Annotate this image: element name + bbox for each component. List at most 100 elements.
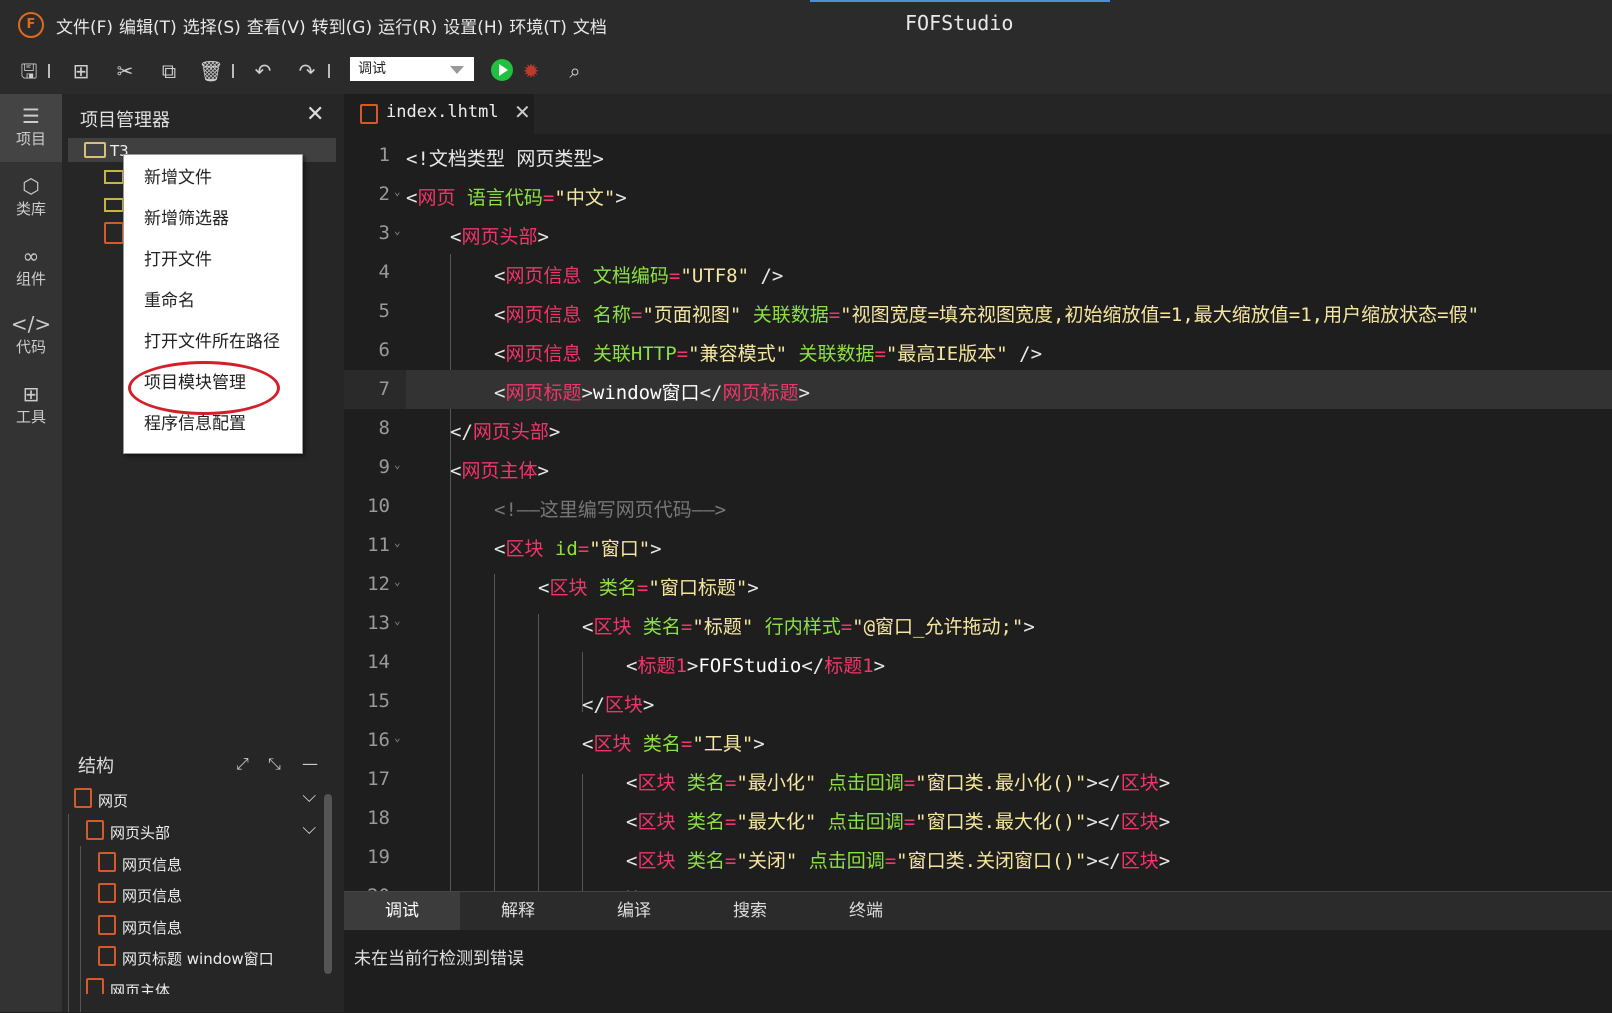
activity-project[interactable]: ☰ 项目 [0, 94, 62, 162]
toolbar-separator [232, 64, 234, 78]
cut-icon[interactable]: ✂ [112, 60, 138, 82]
activity-label: 工具 [15, 408, 46, 426]
code-text: <标题1>FOFStudio</标题1> [626, 655, 886, 677]
code-line[interactable]: 17 <区块 类名="最小化" 点击回调="窗口类.最小化()"></区块> [344, 760, 1612, 799]
structure-item-label: 网页信息 [122, 856, 183, 874]
structure-item[interactable]: 网页标题 window窗口 [62, 942, 324, 972]
expand-icon[interactable]: ⤢ [236, 754, 249, 774]
menu-item-open-path[interactable]: 打开文件所在路径 [144, 327, 280, 352]
code-line[interactable]: 10 <!——这里编写网页代码——> [344, 487, 1612, 526]
code-text: <网页信息 名称="页面视图" 关联数据="视图宽度=填充视图宽度,初始缩放值=… [494, 304, 1480, 326]
line-number: 11 [367, 534, 390, 556]
code-line[interactable]: 19 <区块 类名="关闭" 点击回调="窗口类.关闭窗口()"></区块> [344, 838, 1612, 877]
code-line[interactable]: 16 ⌄ <区块 类名="工具"> [344, 721, 1612, 760]
code-line[interactable]: 13 ⌄ <区块 类名="标题" 行内样式="@窗口_允许拖动;"> [344, 604, 1612, 643]
folder-icon[interactable] [104, 170, 124, 184]
code-line[interactable]: 11 ⌄ <区块 id="窗口"> [344, 526, 1612, 565]
fold-icon[interactable]: ⌄ [394, 458, 401, 471]
menu-item-open-file[interactable]: 打开文件 [144, 245, 212, 270]
menu-environment[interactable]: 环境(T) [509, 13, 567, 38]
menu-edit[interactable]: 编辑(T) [119, 13, 177, 38]
file-icon[interactable] [104, 222, 124, 244]
structure-item[interactable]: 网页主体 [62, 974, 324, 994]
menu-select[interactable]: 选择(S) [183, 13, 241, 38]
menu-view[interactable]: 查看(V) [247, 13, 306, 38]
code-line[interactable]: 12 ⌄ <区块 类名="窗口标题"> [344, 565, 1612, 604]
structure-item[interactable]: 网页信息 [62, 848, 324, 878]
save-icon[interactable]: 🖫 [16, 60, 42, 82]
code-line[interactable]: 2 ⌄ <网页 语言代码="中文"> [344, 175, 1612, 214]
code-line[interactable]: 15 </区块> [344, 682, 1612, 721]
fold-icon[interactable]: ⌄ [394, 185, 401, 198]
code-line[interactable]: 20</区块> [344, 877, 1612, 891]
folder-icon[interactable] [104, 198, 124, 212]
menu-goto[interactable]: 转到(G) [312, 13, 372, 38]
undo-icon[interactable]: ↶ [250, 60, 276, 82]
code-line[interactable]: 8 </网页头部> [344, 409, 1612, 448]
menu-item-rename[interactable]: 重命名 [144, 286, 195, 311]
tab-compile[interactable]: 编译 [576, 892, 692, 930]
collapse-icon[interactable]: ⤡ [268, 754, 281, 774]
code-line[interactable]: 3 ⌄ <网页头部> [344, 214, 1612, 253]
debug-status-message: 未在当前行检测到错误 [354, 949, 524, 969]
code-line[interactable]: 6 <网页信息 关联HTTP="兼容模式" 关联数据="最高IE版本" /> [344, 331, 1612, 370]
structure-item[interactable]: 网页信息 [62, 879, 324, 909]
chevron-down-icon[interactable]: ⌵ [302, 818, 316, 839]
code-text: <区块 类名="工具"> [582, 733, 765, 755]
menu-file[interactable]: 文件(F) [56, 13, 113, 38]
code-line[interactable]: 4 <网页信息 文档编码="UTF8" /> [344, 253, 1612, 292]
code-line[interactable]: 9 ⌄ <网页主体> [344, 448, 1612, 487]
fold-icon[interactable]: ⌄ [394, 614, 401, 627]
structure-item[interactable]: 网页信息 [62, 911, 324, 941]
line-number: 16 [367, 729, 390, 751]
menu-run[interactable]: 运行(R) [378, 13, 437, 38]
chevron-down-icon[interactable]: ⌵ [302, 786, 316, 807]
code-line[interactable]: 14 <标题1>FOFStudio</标题1> [344, 643, 1612, 682]
structure-item[interactable]: 网页 ⌵ [62, 784, 324, 814]
toolbar: 🖫 ⊞ ✂ ⧉ 🗑 ↶ ↷ 调试 ✹ ⌕ [0, 46, 1612, 95]
new-file-icon[interactable]: ⊞ [68, 60, 94, 82]
line-number: 15 [367, 690, 390, 712]
activity-library[interactable]: ⬡ 类库 [0, 164, 62, 232]
structure-item[interactable]: 网页头部 ⌵ [62, 816, 324, 846]
structure-item-label: 网页头部 [110, 824, 171, 842]
context-menu: 新增文件 新增筛选器 打开文件 重命名 打开文件所在路径 项目模块管理 程序信息… [123, 154, 303, 454]
mode-select[interactable]: 调试 [350, 57, 474, 81]
fold-icon[interactable]: ⌄ [394, 731, 401, 744]
menu-item-new-filter[interactable]: 新增筛选器 [144, 204, 229, 229]
activity-code[interactable]: </> 代码 [0, 302, 62, 370]
file-icon [98, 883, 116, 903]
tab-debug[interactable]: 调试 [344, 892, 460, 930]
redo-icon[interactable]: ↷ [294, 60, 320, 82]
fold-icon[interactable]: ⌄ [394, 536, 401, 549]
copy-icon[interactable]: ⧉ [156, 60, 182, 82]
menu-docs[interactable]: 文档 [573, 13, 607, 38]
menu-settings[interactable]: 设置(H) [443, 13, 503, 38]
menu-item-new-file[interactable]: 新增文件 [144, 163, 212, 188]
fold-icon[interactable]: ⌄ [394, 224, 401, 237]
minimize-icon[interactable]: — [302, 754, 318, 773]
activity-tools[interactable]: ⊞ 工具 [0, 372, 62, 440]
file-icon [86, 820, 104, 840]
tab-terminal[interactable]: 终端 [808, 892, 924, 930]
code-line[interactable]: 18 <区块 类名="最大化" 点击回调="窗口类.最大化()"></区块> [344, 799, 1612, 838]
fold-icon[interactable]: ⌄ [394, 575, 401, 588]
bottom-panel: 调试 解释 编译 搜索 终端 未在当前行检测到错误 [344, 891, 1612, 1013]
line-number: 4 [378, 261, 390, 283]
close-icon[interactable]: ✕ [514, 100, 531, 124]
code-line[interactable]: 5 <网页信息 名称="页面视图" 关联数据="视图宽度=填充视图宽度,初始缩放值… [344, 292, 1612, 331]
debug-bug-icon[interactable]: ✹ [518, 60, 544, 82]
delete-icon[interactable]: 🗑 [198, 60, 224, 82]
line-number: 19 [367, 846, 390, 868]
activity-components[interactable]: ∞ 组件 [0, 234, 62, 302]
run-icon[interactable] [491, 59, 513, 81]
inspect-icon[interactable]: ⌕ [562, 60, 588, 82]
code-line[interactable]: 1 <!文档类型 网页类型> [344, 136, 1612, 175]
tab-index-lhtml[interactable]: index.lhtml ✕ [344, 94, 534, 134]
activity-bar: ☰ 项目 ⬡ 类库 ∞ 组件 </> 代码 ⊞ 工具 [0, 94, 62, 1012]
code-line-current[interactable]: 7 <网页标题>window窗口</网页标题> [344, 370, 1612, 409]
tab-search[interactable]: 搜索 [692, 892, 808, 930]
close-icon[interactable]: ✕ [306, 102, 324, 127]
structure-scrollbar[interactable] [324, 794, 332, 974]
tab-interpret[interactable]: 解释 [460, 892, 576, 930]
